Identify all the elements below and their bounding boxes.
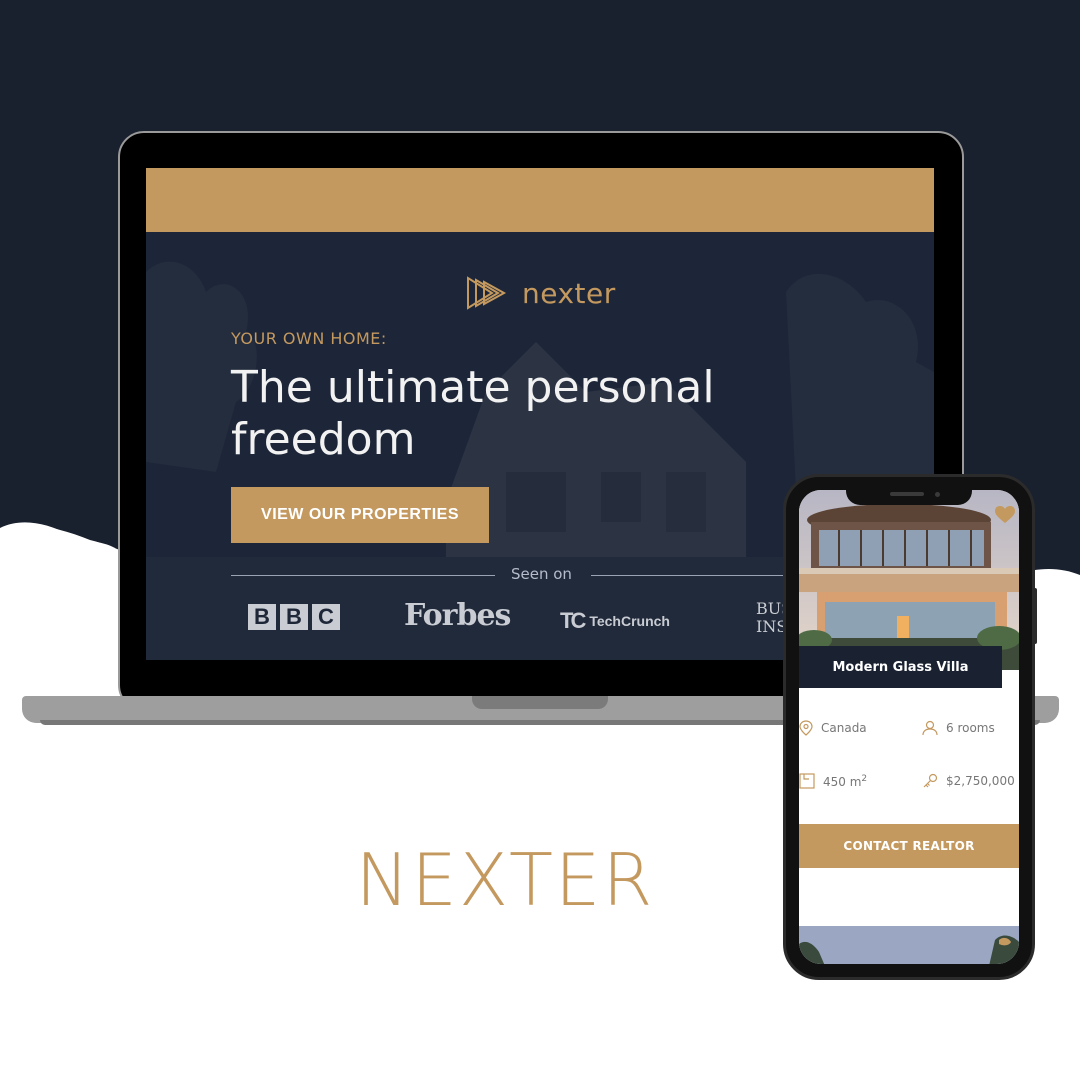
property-price: $2,750,000 <box>922 773 1015 789</box>
bbc-letter-b2: B <box>280 604 308 630</box>
seen-on-line-left <box>231 575 495 576</box>
hero-headline: The ultimate personal freedom <box>231 362 791 466</box>
area-value: 450 m <box>823 774 862 789</box>
villa-image[interactable] <box>799 490 1019 670</box>
logo-play-icon <box>467 276 507 310</box>
laptop-trackpad-notch <box>472 696 608 709</box>
forbes-logo: Forbes <box>404 598 511 633</box>
map-pin-icon <box>799 720 813 736</box>
headline-line-2: freedom <box>231 414 416 465</box>
area-unit-superscript: 2 <box>861 773 868 784</box>
seen-on-label: Seen on <box>511 565 572 583</box>
phone-speaker <box>890 492 924 496</box>
property-area: 450 m2 <box>799 773 867 789</box>
next-property-image[interactable] <box>799 926 1019 964</box>
user-icon <box>922 720 938 736</box>
techcrunch-mark: TC <box>560 608 586 633</box>
hero-eyebrow: YOUR OWN HOME: <box>231 329 387 348</box>
website-top-bar <box>146 168 934 232</box>
price-text: $2,750,000 <box>946 774 1015 788</box>
area-icon <box>799 773 815 789</box>
view-properties-button[interactable]: VIEW OUR PROPERTIES <box>231 487 489 543</box>
brand-title: NEXTER <box>355 838 655 922</box>
headline-line-1: The ultimate personal <box>231 362 715 413</box>
bbc-logo: B B C <box>248 604 340 630</box>
property-rooms: 6 rooms <box>922 720 995 736</box>
bbc-letter-c: C <box>312 604 340 630</box>
property-title[interactable]: Modern Glass Villa <box>799 646 1002 688</box>
location-text: Canada <box>821 721 867 735</box>
nexter-logo[interactable]: nexter <box>466 276 616 310</box>
techcrunch-text: TechCrunch <box>589 613 670 629</box>
rooms-text: 6 rooms <box>946 721 995 735</box>
area-text: 450 m2 <box>823 774 867 789</box>
techcrunch-logo: TC TechCrunch <box>560 608 670 634</box>
property-location: Canada <box>799 720 867 736</box>
favorite-heart-icon[interactable] <box>995 506 1015 524</box>
phone-camera <box>935 492 940 497</box>
logo-text: nexter <box>522 276 616 310</box>
bbc-letter-b1: B <box>248 604 276 630</box>
key-icon <box>923 773 938 788</box>
